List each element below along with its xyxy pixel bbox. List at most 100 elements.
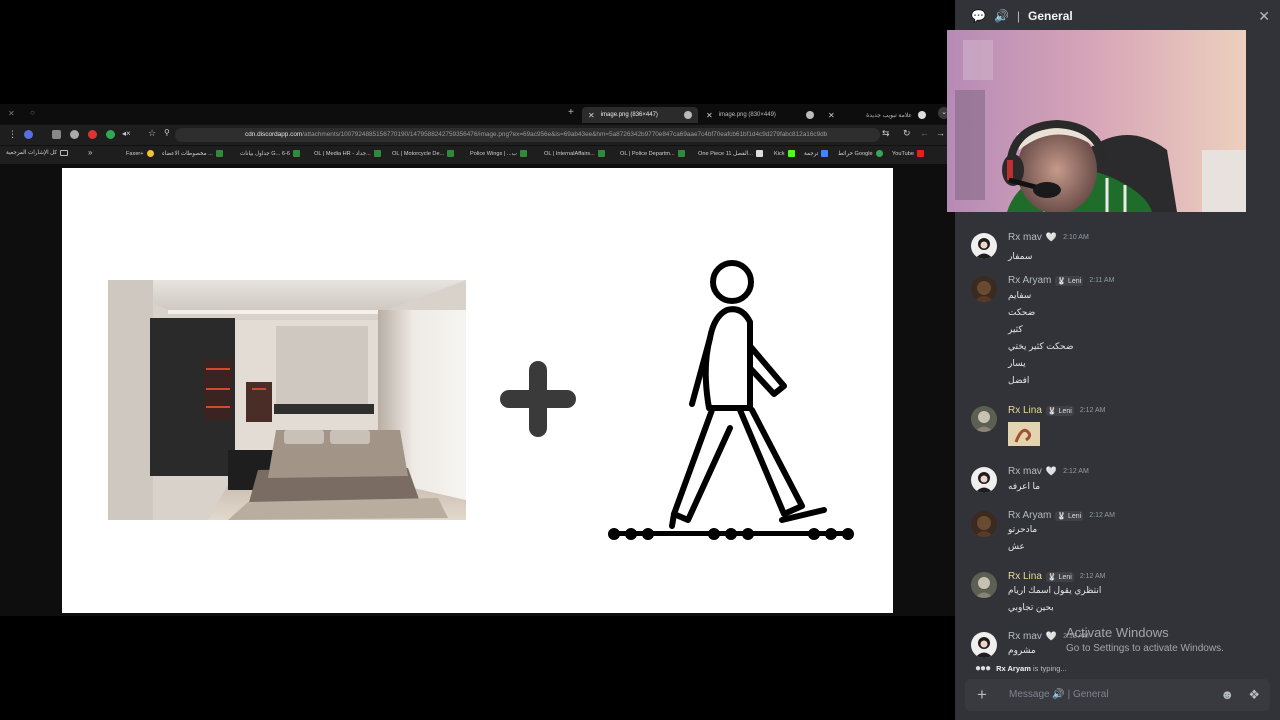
bookmarks-folder[interactable]: كل الإشارات المرجعية	[6, 150, 69, 156]
plus-symbol	[498, 359, 578, 439]
tab-label: image.png (836×447)	[600, 112, 658, 118]
username[interactable]: Rx mav	[1008, 232, 1042, 243]
message-meta: Rx mav 🤍 2:13 AM	[1008, 631, 1089, 642]
walking-person-drawing	[608, 260, 854, 540]
avatar-image	[971, 511, 997, 537]
bookmark-favicon-icon	[292, 150, 300, 157]
bookmarks-more-button[interactable]: »	[88, 148, 92, 157]
bookmark-label: Kick	[774, 150, 785, 157]
username[interactable]: Rx Aryam	[1008, 275, 1051, 286]
close-tab-icon[interactable]: ✕	[706, 111, 713, 120]
profile-icon[interactable]	[24, 130, 33, 139]
username[interactable]: Rx Aryam	[1008, 510, 1051, 521]
shared-image	[62, 168, 893, 613]
bookmark-favicon-icon	[519, 150, 527, 157]
bookmark-members[interactable]: مخصوطات الاعضاء ...	[162, 150, 223, 157]
close-icon[interactable]: ✕	[1258, 8, 1270, 25]
folder-icon	[60, 150, 69, 156]
bookmark-sheets[interactable]: جداول بيانات G... 6-6	[240, 150, 300, 157]
extensions-icon[interactable]	[52, 130, 61, 139]
vpn-icon[interactable]	[106, 130, 115, 139]
message-input[interactable]: Message 🔊 | General	[1009, 689, 1109, 700]
role-badge: 🐰 Leni	[1045, 405, 1074, 416]
bookmark-label: Police Wings | ...ب	[470, 150, 517, 157]
add-attachment-icon[interactable]: +	[977, 685, 987, 705]
tab-label: image.png (830×449)	[718, 112, 776, 118]
close-tab-icon[interactable]: ✕	[828, 111, 835, 120]
avatar[interactable]	[971, 276, 997, 302]
tab-image-836[interactable]: ✕ image.png (836×447)	[582, 107, 698, 123]
avatar-image	[971, 276, 997, 302]
address-bar[interactable]: cdn.discordapp.com/attachments/100792488…	[175, 128, 880, 142]
chat-bubble-icon[interactable]: 💬	[971, 9, 986, 23]
avatar[interactable]	[971, 406, 997, 432]
bookmark-motorcycle[interactable]: OL | Motorcycle De...	[392, 150, 455, 157]
adblock-icon[interactable]	[88, 130, 97, 139]
back-icon[interactable]: →	[936, 128, 945, 138]
apps-icon[interactable]: ❖	[1248, 687, 1260, 703]
role-badge: 🐰 Leni	[1045, 571, 1074, 582]
tune-icon[interactable]: ⇆	[882, 128, 890, 139]
bookmark-label: ترجمة	[804, 150, 819, 157]
message-meta: Rx Aryam 🐰 Leni 2:11 AM	[1008, 275, 1114, 286]
reload-icon[interactable]: ↻	[903, 128, 911, 139]
message-attachment-image[interactable]	[1008, 422, 1040, 446]
bookmarks-bar: كل الإشارات المرجعية » Faxer+ مخصوطات ال…	[0, 146, 955, 164]
message-meta: Rx Lina 🐰 Leni 2:12 AM	[1008, 571, 1106, 582]
audio-icon[interactable]: ◂×	[122, 129, 131, 138]
avatar[interactable]	[971, 632, 997, 658]
avatar[interactable]	[971, 572, 997, 598]
bookmark-favicon-icon	[916, 150, 924, 157]
menu-icon[interactable]: ⋮	[8, 129, 17, 140]
avatar-image	[971, 572, 997, 598]
bookmark-favicon-icon	[215, 150, 223, 157]
extension-icon[interactable]	[70, 130, 79, 139]
bookmark-media-hr[interactable]: OL | Media HR - جداد...	[314, 150, 381, 157]
avatar-image	[971, 233, 997, 259]
webcam-feed[interactable]	[947, 30, 1246, 212]
username[interactable]: Rx Lina	[1008, 571, 1042, 582]
bookmark-internal-affairs[interactable]: OL | InternalAffairs...	[544, 150, 605, 157]
bookmark-favicon-icon	[787, 150, 795, 157]
tab-image-830[interactable]: ✕ image.png (830×449)	[700, 107, 820, 123]
avatar-image	[971, 406, 997, 432]
avatar-image	[971, 632, 997, 658]
bookmark-maps[interactable]: خرائط Google	[838, 150, 883, 157]
browser-toolbar: ⋮ ◂× ☆ ⚲ cdn.discordapp.com/attachments/…	[0, 125, 955, 145]
message-composer[interactable]: + Message 🔊 | General ☻ ❖	[965, 679, 1270, 711]
bookmark-youtube[interactable]: YouTube	[892, 150, 924, 157]
username[interactable]: Rx mav	[1008, 631, 1042, 642]
bookmark-favicon-icon	[597, 150, 605, 157]
username[interactable]: Rx Lina	[1008, 405, 1042, 416]
new-tab-button[interactable]: +	[568, 107, 574, 118]
tab-new-tab[interactable]: ✕ علامة تبويب جديدة	[822, 107, 932, 123]
tab-favicon-icon	[684, 111, 692, 119]
browser-tab-strip: ✕ ○ + ✕ image.png (836×447) ✕ image.png …	[0, 104, 955, 124]
zoom-icon[interactable]: ⚲	[164, 128, 170, 137]
avatar[interactable]	[971, 233, 997, 259]
bookmark-kick[interactable]: Kick	[774, 150, 795, 157]
plus-icon	[500, 361, 576, 437]
bookmark-label: YouTube	[892, 150, 914, 157]
bookmark-one-piece[interactable]: One Piece الفصل 11...	[698, 150, 763, 157]
username[interactable]: Rx mav	[1008, 466, 1042, 477]
emoji-icon[interactable]: ☻	[1220, 687, 1234, 702]
bookmark-label: OL | Media HR - جداد...	[314, 150, 371, 157]
bookmark-police-dept[interactable]: OL | Police Departm...	[620, 150, 685, 157]
url-host: cdn.discordapp.com	[245, 131, 303, 138]
bookmark-police-wings[interactable]: Police Wings | ...ب	[470, 150, 527, 157]
close-tab-icon[interactable]: ✕	[588, 111, 595, 120]
window-control-icon[interactable]: ✕	[8, 109, 15, 118]
bookmark-star-icon[interactable]: ☆	[148, 128, 156, 139]
bookmark-favicon-icon	[447, 150, 455, 157]
heart-icon: 🤍	[1045, 232, 1058, 242]
bookmark-faxer[interactable]: Faxer+	[126, 150, 154, 157]
window-control-icon[interactable]: ○	[30, 108, 35, 117]
forward-icon[interactable]: ←	[920, 128, 929, 138]
avatar[interactable]	[971, 467, 997, 493]
typing-text: Rx Aryam is typing...	[996, 664, 1067, 673]
bookmark-translate[interactable]: ترجمة	[804, 150, 829, 157]
bedroom-photo-drawing	[108, 280, 466, 520]
avatar[interactable]	[971, 511, 997, 537]
bookmark-label: OL | Motorcycle De...	[392, 150, 445, 157]
